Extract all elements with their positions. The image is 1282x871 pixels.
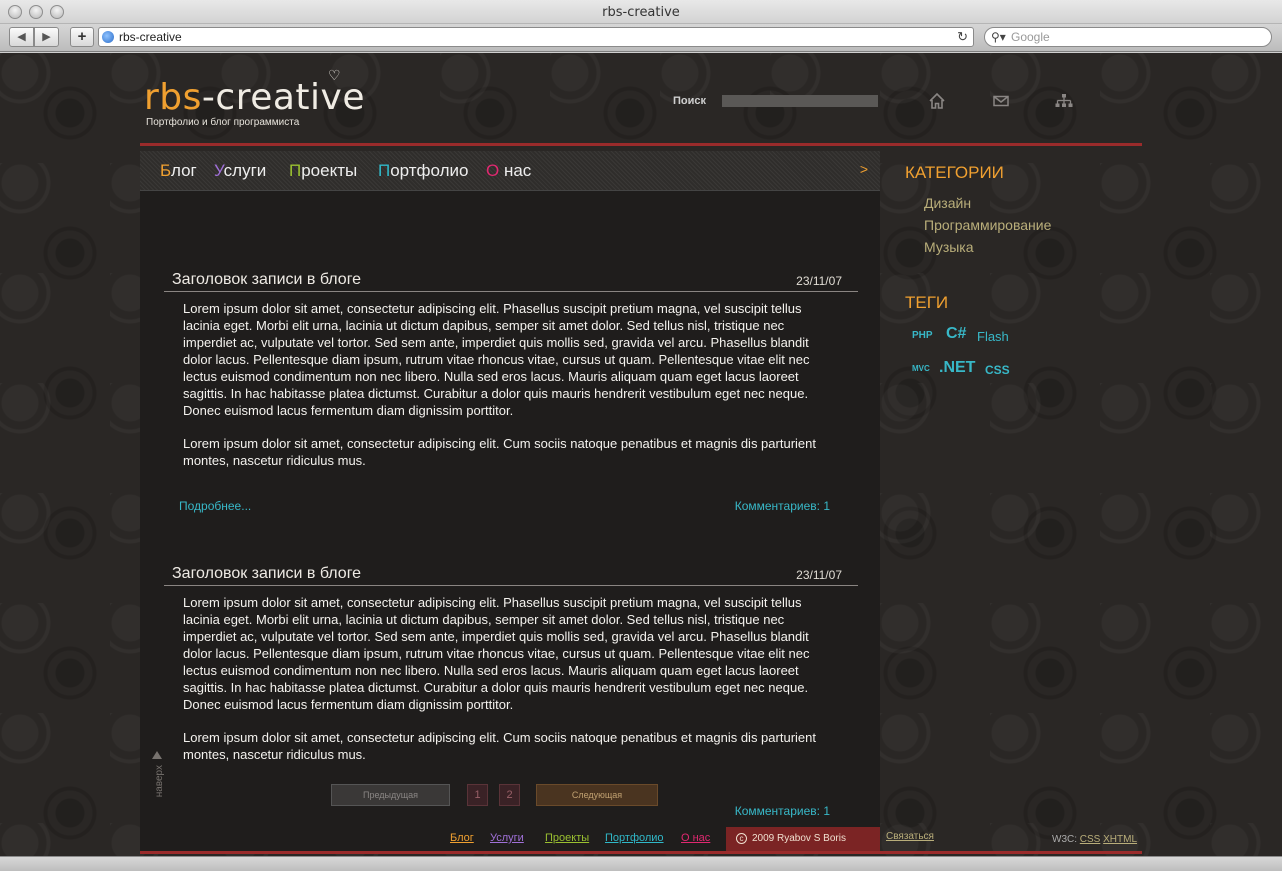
search-icon: ⚲▾ [991,30,1006,44]
footer-link-projects[interactable]: Проекты [545,832,589,844]
tag-php[interactable]: PHP [912,330,933,341]
forward-button[interactable]: ▶ [34,27,59,47]
post-body: Lorem ipsum dolor sit amet, consectetur … [183,300,833,485]
window-titlebar: rbs-creative [0,0,1282,24]
tag-dotnet[interactable]: .NET [939,359,975,377]
w3c-xhtml-link[interactable]: XHTML [1103,834,1137,845]
menu-item-initial: О [486,161,500,180]
copyright-block: c 2009 Ryabov S Boris [726,827,880,851]
tag-mvc[interactable]: MVC [912,364,930,373]
next-page-button[interactable]: Следующая [536,784,658,806]
post-paragraph: Lorem ipsum dolor sit amet, consectetur … [183,301,810,418]
post-divider [164,585,858,586]
post-paragraph: Lorem ipsum dolor sit amet, consectetur … [183,595,810,712]
browser-search-input[interactable]: ⚲▾ Google [984,27,1272,47]
page-viewport: rbs-creative ♡ Портфолио и блог программ… [0,53,1282,856]
back-button[interactable]: ◀ [9,27,34,47]
footer-link-portfolio[interactable]: Портфолио [605,832,664,844]
menu-item-label: роекты [301,161,358,180]
forward-icon: ▶ [42,31,51,43]
page-2-button[interactable]: 2 [499,784,520,806]
mail-icon[interactable] [991,91,1011,111]
read-more-link[interactable]: Подробнее... [179,499,251,513]
category-link-design[interactable]: Дизайн [924,195,971,211]
tag-css[interactable]: CSS [985,363,1010,377]
menu-item-blog[interactable]: Блог [160,161,197,181]
w3c-validation: W3C: CSS XHTML [1052,834,1137,845]
header-divider [140,143,1142,146]
address-text: rbs-creative [119,30,182,44]
post-title[interactable]: Заголовок записи в блоге [172,565,361,583]
prev-page-button[interactable]: Предыдущая [331,784,450,806]
post-body: Lorem ipsum dolor sit amet, consectetur … [183,594,833,779]
category-link-music[interactable]: Музыка [924,239,974,255]
menu-item-about[interactable]: О нас [486,161,531,181]
tag-flash[interactable]: Flash [977,329,1009,344]
main-content: Блог Услуги Проекты Портфолио О нас > За… [140,151,880,851]
w3c-label: W3C: [1052,834,1077,845]
logo-accent: rbs [144,77,202,118]
menu-item-label: ортфолио [390,161,469,180]
post-paragraph: Lorem ipsum dolor sit amet, consectetur … [183,436,816,468]
to-top-arrow-icon[interactable] [152,751,162,759]
menu-item-label: слуги [223,161,267,180]
browser-statusbar [0,856,1282,871]
back-icon: ◀ [17,31,26,43]
plus-icon: + [77,28,87,45]
site-tagline: Портфолио и блог программиста [146,117,300,128]
reload-icon[interactable]: ↻ [957,28,968,46]
home-icon[interactable] [927,91,947,111]
menu-arrow-icon[interactable]: > [860,161,868,177]
footer-link-about[interactable]: О нас [681,832,710,844]
post-title[interactable]: Заголовок записи в блоге [172,271,361,289]
copyright-icon: c [736,833,747,844]
site-search-label: Поиск [673,95,707,107]
post-date: 23/11/07 [796,568,842,582]
footer-link-blog[interactable]: Блог [450,832,474,844]
footer-link-services[interactable]: Услуги [490,832,524,844]
heart-icon: ♡ [328,67,341,83]
add-bookmark-button[interactable]: + [70,27,94,47]
globe-icon [102,31,114,43]
site-search-input[interactable] [722,95,878,107]
menu-item-services[interactable]: Услуги [214,161,266,181]
w3c-css-link[interactable]: CSS [1080,834,1101,845]
browser-toolbar: ◀ ▶ + rbs-creative ↻ ⚲▾ Google [0,24,1282,52]
page-1-button[interactable]: 1 [467,784,488,806]
menu-item-label: нас [499,161,532,180]
menu-item-projects[interactable]: Проекты [289,161,357,181]
to-top-link[interactable]: наверх [154,765,165,797]
menu-item-portfolio[interactable]: Портфолио [378,161,468,181]
menu-item-initial: Б [160,161,171,180]
comments-link[interactable]: Комментариев: 1 [735,804,830,818]
browser-search-placeholder: Google [1011,30,1050,44]
menu-item-initial: П [378,161,391,180]
copyright-text: 2009 Ryabov S Boris [752,833,846,844]
window-title: rbs-creative [602,5,680,20]
comments-link[interactable]: Комментариев: 1 [735,499,830,513]
tags-heading: ТЕГИ [905,293,949,312]
sitemap-icon[interactable] [1054,91,1074,111]
tag-csharp[interactable]: C# [946,325,966,343]
footer-divider [140,851,1142,854]
contact-link[interactable]: Связаться [886,831,934,842]
main-menu: Блог Услуги Проекты Портфолио О нас > [140,151,880,191]
address-bar[interactable]: rbs-creative ↻ [98,27,974,47]
post-divider [164,291,858,292]
menu-item-initial: У [214,161,224,180]
categories-heading: КАТЕГОРИИ [905,163,1004,182]
category-link-programming[interactable]: Программирование [924,217,1051,233]
menu-item-label: лог [170,161,197,180]
site-footer: Блог Услуги Проекты Портфолио О нас c 200… [140,827,1142,854]
menu-item-initial: П [289,161,302,180]
post-paragraph: Lorem ipsum dolor sit amet, consectetur … [183,730,816,762]
post-date: 23/11/07 [796,274,842,288]
